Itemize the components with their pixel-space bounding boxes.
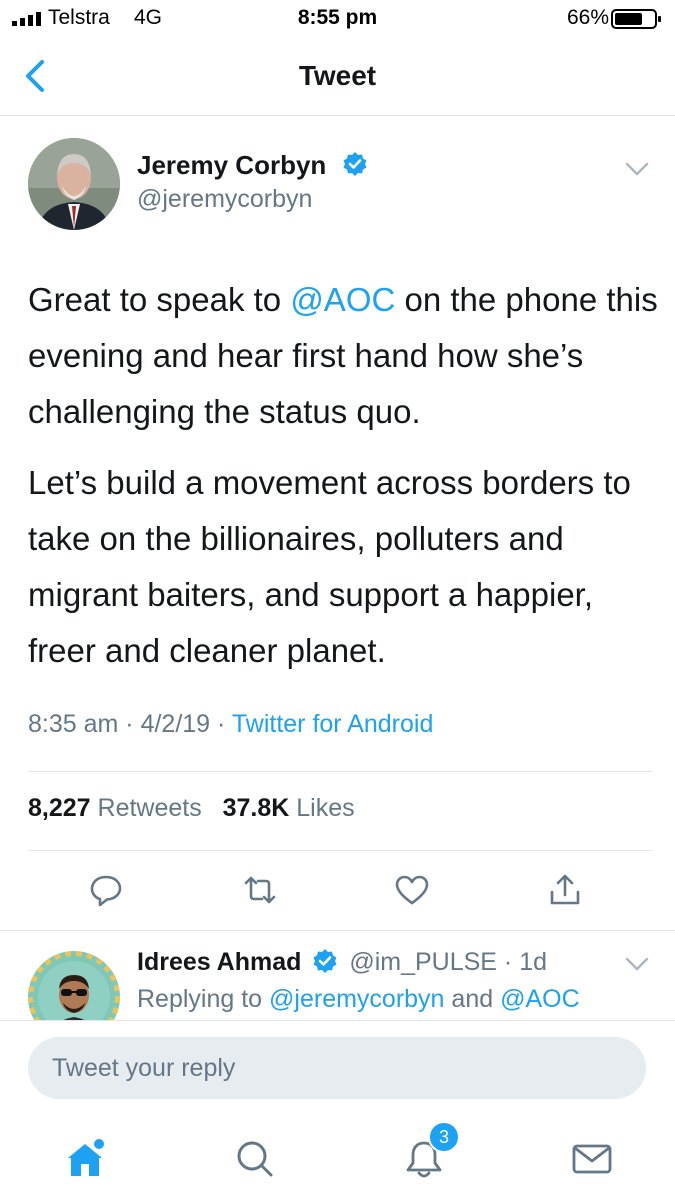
like-heart-icon[interactable]: [394, 872, 430, 908]
retweet-icon[interactable]: [242, 872, 278, 908]
verified-badge-icon: [343, 152, 367, 176]
author-handle[interactable]: @jeremycorbyn: [137, 185, 312, 214]
mention-link[interactable]: @AOC: [290, 281, 395, 318]
verified-badge-icon: [313, 949, 337, 973]
tweet-paragraph-1: Great to speak to @AOC on the phone this…: [28, 281, 658, 430]
reply-icon[interactable]: [88, 872, 124, 908]
divider: [28, 850, 653, 851]
author-avatar-image: [28, 138, 120, 230]
tweet-paragraph-2: Let’s build a movement across borders to…: [28, 464, 631, 669]
tweet-stats: 8,227 Retweets 37.8K Likes: [28, 794, 355, 823]
chevron-down-icon[interactable]: [624, 955, 650, 973]
status-bar: Telstra 4G 8:55 pm 66%: [0, 0, 675, 38]
reply-author-handle[interactable]: @im_PULSE: [349, 948, 497, 976]
reply-input[interactable]: [28, 1037, 646, 1099]
home-icon[interactable]: [63, 1137, 107, 1181]
reply-header: Idrees Ahmad @im_PULSE · 1d: [137, 948, 547, 976]
messages-envelope-icon[interactable]: [570, 1137, 614, 1181]
battery-percentage: 66%: [566, 6, 609, 29]
likes-stat[interactable]: 37.8K Likes: [223, 794, 355, 822]
section-separator: [0, 930, 675, 931]
tweet-date: 4/2/19: [140, 710, 211, 738]
retweets-stat[interactable]: 8,227 Retweets: [28, 794, 202, 822]
bottom-panel: [0, 1020, 675, 1200]
tweet-source-link[interactable]: Twitter for Android: [232, 710, 433, 738]
reply-age: 1d: [519, 948, 547, 976]
chevron-down-icon[interactable]: [624, 160, 650, 178]
tweet-metadata: 8:35 am · 4/2/19 · Twitter for Android: [28, 710, 434, 738]
page-title: Tweet: [298, 60, 377, 91]
replying-to: Replying to @jeremycorbyn and @AOC: [137, 985, 580, 1013]
search-icon[interactable]: [233, 1137, 277, 1181]
navigation-header: Tweet: [0, 38, 675, 116]
reply-author-name[interactable]: Idrees Ahmad: [137, 948, 301, 976]
tweet-time: 8:35 am: [28, 710, 119, 738]
notifications-badge: 3: [428, 1121, 460, 1153]
tweet-actions: [0, 866, 675, 916]
share-icon[interactable]: [547, 872, 583, 908]
battery-icon: [611, 9, 661, 29]
tweet-text: Great to speak to @AOC on the phone this…: [28, 272, 658, 694]
replying-to-mention[interactable]: @AOC: [500, 985, 580, 1013]
author-avatar[interactable]: [28, 138, 120, 230]
replying-to-mention[interactable]: @jeremycorbyn: [269, 985, 444, 1013]
author-name[interactable]: Jeremy Corbyn: [137, 150, 326, 181]
divider: [28, 771, 653, 772]
